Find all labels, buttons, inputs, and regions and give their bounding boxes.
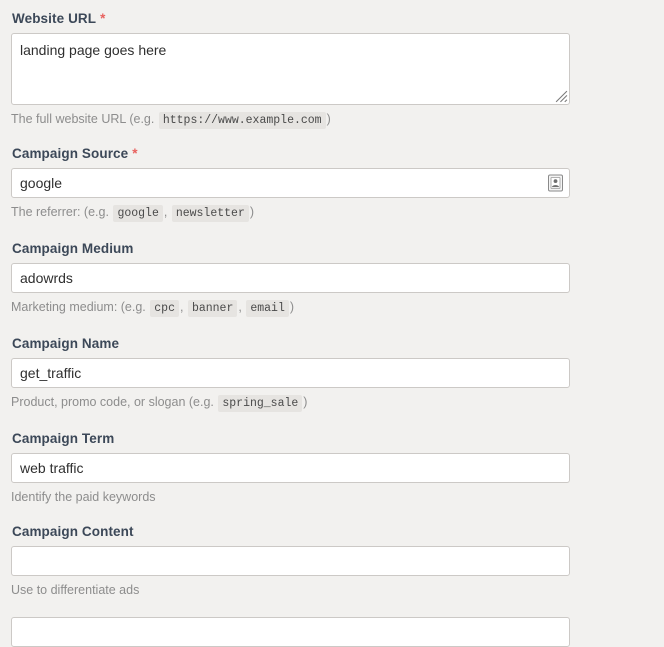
help-prefix-website-url: The full website URL (e.g. — [11, 112, 155, 126]
campaign-content-input[interactable] — [11, 546, 570, 576]
field-group-campaign-term: Campaign Term Identify the paid keywords — [11, 431, 570, 505]
label-campaign-term-text: Campaign Term — [12, 431, 115, 446]
required-marker-campaign-source: * — [132, 146, 138, 161]
website-url-textarea[interactable] — [11, 33, 570, 105]
field-group-website-url: Website URL* The full website URL (e.g. … — [11, 11, 570, 129]
help-prefix-campaign-name: Product, promo code, or slogan (e.g. — [11, 395, 214, 409]
autofill-card-icon[interactable] — [548, 174, 563, 192]
help-text-campaign-medium: Marketing medium: (e.g. cpc, banner, ema… — [11, 299, 570, 317]
help-comma-campaign-source: , — [163, 205, 168, 219]
help-suffix-website-url: ) — [326, 112, 331, 126]
field-group-campaign-medium: Campaign Medium Marketing medium: (e.g. … — [11, 241, 570, 317]
input-wrap-campaign-medium — [11, 263, 570, 293]
input-wrap-campaign-source — [11, 168, 570, 198]
campaign-medium-input[interactable] — [11, 263, 570, 293]
label-campaign-content: Campaign Content — [12, 524, 570, 540]
input-wrap-campaign-name — [11, 358, 570, 388]
help-suffix-campaign-name: ) — [303, 395, 308, 409]
code-chip-banner: banner — [187, 300, 238, 317]
label-campaign-medium-text: Campaign Medium — [12, 241, 134, 256]
input-wrap-campaign-term — [11, 453, 570, 483]
code-chip-cpc: cpc — [150, 300, 179, 317]
help-text-campaign-name: Product, promo code, or slogan (e.g. spr… — [11, 394, 570, 412]
code-chip-google: google — [113, 205, 163, 222]
label-campaign-name-text: Campaign Name — [12, 336, 120, 351]
label-campaign-content-text: Campaign Content — [12, 524, 134, 539]
help-text-website-url: The full website URL (e.g. https://www.e… — [11, 111, 570, 129]
utm-campaign-builder-form: Website URL* The full website URL (e.g. … — [0, 0, 664, 647]
help-suffix-campaign-medium: ) — [289, 300, 295, 314]
label-campaign-source-text: Campaign Source — [12, 146, 129, 161]
campaign-source-input[interactable] — [11, 168, 570, 198]
code-chip-example-url: https://www.example.com — [158, 112, 326, 129]
help-prefix-campaign-source: The referrer: (e.g. — [11, 205, 109, 219]
label-website-url-text: Website URL — [12, 11, 97, 26]
campaign-name-input[interactable] — [11, 358, 570, 388]
input-wrap-campaign-content — [11, 546, 570, 576]
help-comma1-campaign-medium: , — [179, 300, 184, 314]
next-field-partial[interactable] — [11, 617, 570, 647]
input-wrap-website-url — [11, 33, 570, 105]
help-text-campaign-source: The referrer: (e.g. google, newsletter) — [11, 204, 570, 222]
label-campaign-name: Campaign Name — [12, 336, 570, 352]
help-comma2-campaign-medium: , — [238, 300, 242, 314]
code-chip-email: email — [246, 300, 289, 317]
label-website-url: Website URL * — [12, 11, 570, 27]
help-prefix-campaign-medium: Marketing medium: (e.g. — [11, 300, 146, 314]
help-text-campaign-term: Identify the paid keywords — [11, 490, 156, 504]
help-text-campaign-content: Use to differentiate ads — [11, 583, 140, 597]
field-group-campaign-source: Campaign Source* The referrer: (e.g. goo… — [11, 146, 570, 222]
field-group-campaign-content: Campaign Content Use to differentiate ad… — [11, 524, 570, 598]
label-campaign-term: Campaign Term — [12, 431, 570, 447]
campaign-term-input[interactable] — [11, 453, 570, 483]
code-chip-newsletter: newsletter — [171, 205, 249, 222]
field-group-campaign-name: Campaign Name Product, promo code, or sl… — [11, 336, 570, 412]
label-campaign-source: Campaign Source * — [12, 146, 570, 162]
code-chip-spring-sale: spring_sale — [218, 395, 303, 412]
label-campaign-medium: Campaign Medium — [12, 241, 570, 257]
required-marker-website-url: * — [100, 11, 106, 26]
help-suffix-campaign-source: ) — [249, 205, 255, 219]
